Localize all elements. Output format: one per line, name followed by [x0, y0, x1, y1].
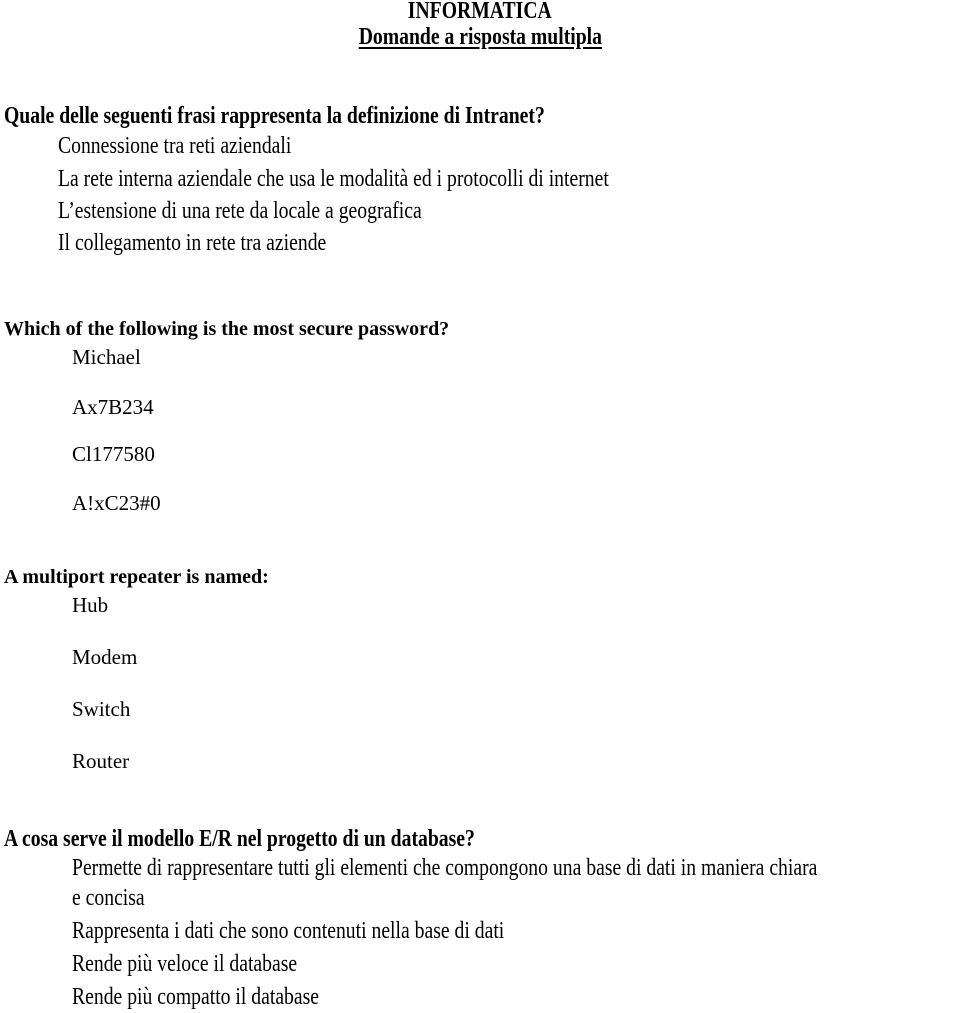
question-1-option-1: Connessione tra reti aziendali — [58, 133, 292, 159]
question-2-option-4: A!xC23#0 — [72, 491, 161, 515]
question-1-option-3: L’estensione di una rete da locale a geo… — [58, 198, 422, 224]
document-title-text: INFORMATICA — [408, 0, 552, 24]
question-3-text: A multiport repeater is named: — [4, 566, 269, 588]
question-4-option-1-continued: e concisa — [72, 885, 145, 911]
question-1-option-4: Il collegamento in rete tra aziende — [58, 230, 327, 256]
question-2-text: Which of the following is the most secur… — [4, 318, 450, 340]
question-2-option-3: Cl177580 — [72, 442, 155, 466]
question-3-option-1: Hub — [72, 593, 109, 617]
question-4-option-3: Rende più veloce il database — [72, 951, 298, 977]
question-4-option-4: Rende più compatto il database — [72, 984, 320, 1010]
question-1-option-2: La rete interna aziendale che usa le mod… — [58, 166, 609, 192]
document-title: INFORMATICA — [0, 0, 960, 25]
document-subtitle-text: Domande a risposta multipla — [358, 24, 602, 50]
question-3-option-4: Router — [72, 749, 130, 773]
question-2-option-2: Ax7B234 — [72, 395, 154, 419]
question-3-option-2: Modem — [72, 645, 138, 669]
question-4-option-1: Permette di rappresentare tutti gli elem… — [72, 855, 818, 881]
question-4-option-2: Rappresenta i dati che sono contenuti ne… — [72, 918, 505, 944]
question-4-text: A cosa serve il modello E/R nel progetto… — [4, 826, 475, 852]
question-3-option-3: Switch — [72, 697, 131, 721]
question-2-option-1: Michael — [72, 345, 141, 369]
document-subtitle: Domande a risposta multipla — [0, 24, 960, 51]
question-1-text: Quale delle seguenti frasi rappresenta l… — [4, 103, 545, 129]
